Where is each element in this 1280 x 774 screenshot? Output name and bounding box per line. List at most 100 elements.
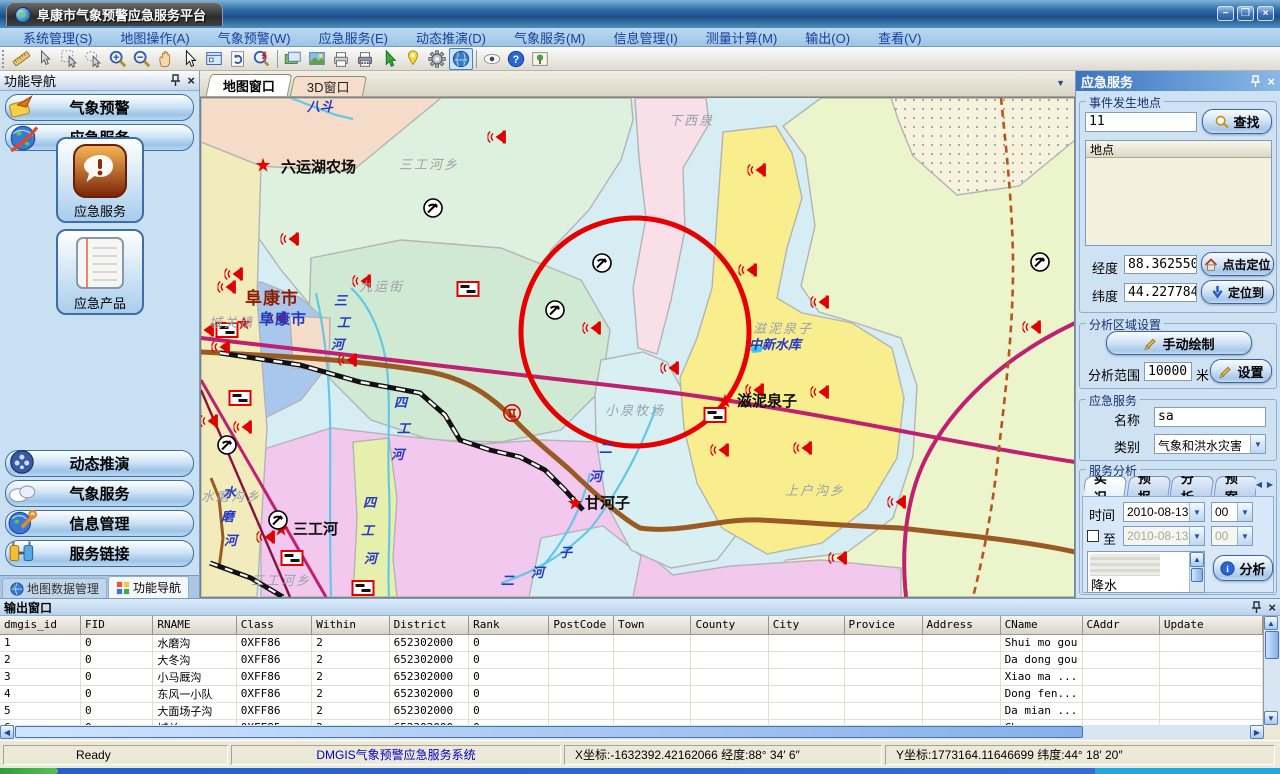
- toolbar-measure-button[interactable]: [10, 48, 34, 70]
- table-row[interactable]: 40东风一小队0XFF8626523020000Dong fen...: [0, 685, 1263, 702]
- menu-item-2[interactable]: 气象预警(W): [205, 28, 304, 47]
- toolbar-print-color-button[interactable]: [353, 48, 377, 70]
- column-header-Town[interactable]: Town: [613, 616, 691, 634]
- tab-scroll-left-icon[interactable]: ◀: [1256, 480, 1262, 489]
- scroll-up-icon[interactable]: ▲: [1264, 616, 1278, 630]
- event-search-input[interactable]: 11: [1085, 112, 1197, 132]
- column-header-CName[interactable]: CName: [1000, 616, 1082, 634]
- column-header-PostCode[interactable]: PostCode: [549, 616, 614, 634]
- menu-item-1[interactable]: 地图操作(A): [107, 28, 202, 47]
- analysis-tab-预报[interactable]: 预报: [1126, 476, 1170, 496]
- toolbar-help-button[interactable]: ?: [504, 48, 528, 70]
- locate-click-button[interactable]: 点击定位: [1201, 252, 1274, 276]
- search-button[interactable]: 查找: [1202, 109, 1272, 134]
- analyze-button[interactable]: i 分析: [1213, 555, 1273, 581]
- close-panel-icon[interactable]: ×: [187, 73, 195, 88]
- table-row[interactable]: 10水磨沟0XFF8626523020000Shui mo gou: [0, 634, 1263, 651]
- toolbar-refresh-button[interactable]: [226, 48, 250, 70]
- location-list[interactable]: 地点: [1085, 140, 1272, 246]
- scroll-up-icon[interactable]: ▲: [1190, 552, 1204, 567]
- column-header-Address[interactable]: Address: [922, 616, 1000, 634]
- column-header-CAddr[interactable]: CAddr: [1082, 616, 1159, 634]
- sidebar-group-服务链接[interactable]: 服务链接: [5, 540, 194, 567]
- locate-to-button[interactable]: 定位到: [1201, 280, 1274, 304]
- close-panel-icon[interactable]: ×: [1267, 74, 1275, 89]
- manual-draw-button[interactable]: 手动绘制: [1106, 331, 1252, 355]
- column-header-Within[interactable]: Within: [312, 616, 389, 634]
- pin-icon[interactable]: [1251, 601, 1262, 614]
- date-to-dropdown[interactable]: 2010-08-13▼: [1123, 526, 1205, 546]
- latitude-input[interactable]: 44.22778446: [1124, 283, 1197, 302]
- sidebar-button-应急服务[interactable]: 应急服务: [56, 137, 144, 223]
- column-header-District[interactable]: District: [389, 616, 469, 634]
- column-header-Rank[interactable]: Rank: [469, 616, 549, 634]
- table-row[interactable]: 30小马厩沟0XFF8626523020000Xiao ma ...: [0, 668, 1263, 685]
- set-button[interactable]: 设置: [1210, 359, 1272, 383]
- restore-button[interactable]: ❐: [1237, 6, 1254, 21]
- toolbar-zoom-in-button[interactable]: [106, 48, 130, 70]
- toolbar-place-marker-button[interactable]: [401, 48, 425, 70]
- toolbar-export-image-button[interactable]: [305, 48, 329, 70]
- column-header-City[interactable]: City: [768, 616, 844, 634]
- scroll-down-icon[interactable]: ▼: [1264, 711, 1278, 725]
- menu-item-8[interactable]: 输出(O): [792, 28, 863, 47]
- service-type-dropdown[interactable]: 气象和洪水灾害▼: [1154, 434, 1266, 454]
- toolbar-zoom-out-button[interactable]: [130, 48, 154, 70]
- element-list-item[interactable]: 降水: [1088, 578, 1204, 593]
- toolbar-print-button[interactable]: [329, 48, 353, 70]
- toolbar-full-extent-button[interactable]: [202, 48, 226, 70]
- hour-to-dropdown[interactable]: 00▼: [1211, 526, 1253, 546]
- toolbar-eye-button[interactable]: [480, 48, 504, 70]
- toolbar-tree-view-button[interactable]: [528, 48, 552, 70]
- column-header-Provice[interactable]: Provice: [844, 616, 922, 634]
- column-header-Class[interactable]: Class: [236, 616, 312, 634]
- hour-dropdown[interactable]: 00▼: [1211, 502, 1253, 522]
- toolbar-select-box-button[interactable]: [58, 48, 82, 70]
- map-canvas[interactable]: ★★★★★六运湖农场三工河乡下西泉九运街阜康市城关镇阜康市滋泥泉子中新水库滋泥泉…: [200, 97, 1075, 598]
- menu-item-6[interactable]: 信息管理(I): [601, 28, 691, 47]
- menu-item-9[interactable]: 查看(V): [865, 28, 934, 47]
- scroll-right-icon[interactable]: ▶: [1250, 725, 1264, 739]
- longitude-input[interactable]: 88.3625506: [1124, 255, 1197, 274]
- analysis-tab-分析[interactable]: 分析: [1170, 476, 1214, 496]
- menu-item-3[interactable]: 应急服务(E): [306, 28, 401, 47]
- toolbar-settings-gear-button[interactable]: [425, 48, 449, 70]
- pin-icon[interactable]: [1250, 75, 1261, 88]
- sidebar-tab-地图数据管理[interactable]: 地图数据管理: [2, 578, 107, 598]
- analysis-tab-预案[interactable]: 预案: [1213, 476, 1256, 496]
- menu-item-5[interactable]: 气象服务(M): [501, 28, 599, 47]
- scroll-left-icon[interactable]: ◀: [0, 725, 14, 739]
- menu-item-0[interactable]: 系统管理(S): [10, 28, 105, 47]
- toolbar-globe-active-button[interactable]: [449, 48, 473, 70]
- sidebar-tab-功能导航[interactable]: 功能导航: [108, 576, 189, 598]
- column-header-Update[interactable]: Update: [1159, 616, 1262, 634]
- to-checkbox[interactable]: [1087, 530, 1099, 542]
- toolbar-green-pointer-button[interactable]: [377, 48, 401, 70]
- table-row[interactable]: 20大冬沟0XFF8626523020000Da dong gou: [0, 651, 1263, 668]
- column-header-County[interactable]: County: [691, 616, 768, 634]
- date-dropdown[interactable]: 2010-08-13▼: [1123, 502, 1205, 522]
- sidebar-group-气象预警[interactable]: 气象预警: [5, 94, 194, 121]
- close-button[interactable]: ×: [1257, 6, 1274, 21]
- sidebar-group-气象服务[interactable]: 气象服务: [5, 480, 194, 507]
- map-tabbar-dropdown-icon[interactable]: ▼: [1056, 78, 1065, 88]
- table-vertical-scrollbar[interactable]: ▲ ▼: [1264, 616, 1280, 725]
- toolbar-select-lasso-button[interactable]: [82, 48, 106, 70]
- column-header-FID[interactable]: FID: [81, 616, 153, 634]
- service-name-input[interactable]: sa: [1154, 407, 1266, 427]
- menu-item-7[interactable]: 测量计算(M): [693, 28, 791, 47]
- column-header-RNAME[interactable]: RNAME: [153, 616, 236, 634]
- sidebar-group-信息管理[interactable]: 信息管理: [5, 510, 194, 537]
- sidebar-group-动态推演[interactable]: 动态推演: [5, 450, 194, 477]
- toolbar-pan-hand-button[interactable]: [154, 48, 178, 70]
- map-tab-地图窗口[interactable]: 地图窗口: [206, 74, 293, 96]
- attribute-table[interactable]: dmgis_idFIDRNAMEClassWithinDistrictRankP…: [0, 616, 1264, 725]
- column-header-dmgis_id[interactable]: dmgis_id: [0, 616, 81, 634]
- location-list-header[interactable]: 地点: [1086, 141, 1271, 158]
- toolbar-grip[interactable]: [2, 50, 7, 68]
- pin-icon[interactable]: [170, 74, 181, 87]
- listbox-scrollbar[interactable]: ▲: [1189, 552, 1204, 592]
- table-horizontal-scrollbar[interactable]: ◀ ▶: [0, 725, 1264, 739]
- sidebar-button-应急产品[interactable]: 应急产品: [56, 229, 144, 315]
- analysis-tab-实况[interactable]: 实况: [1084, 476, 1127, 496]
